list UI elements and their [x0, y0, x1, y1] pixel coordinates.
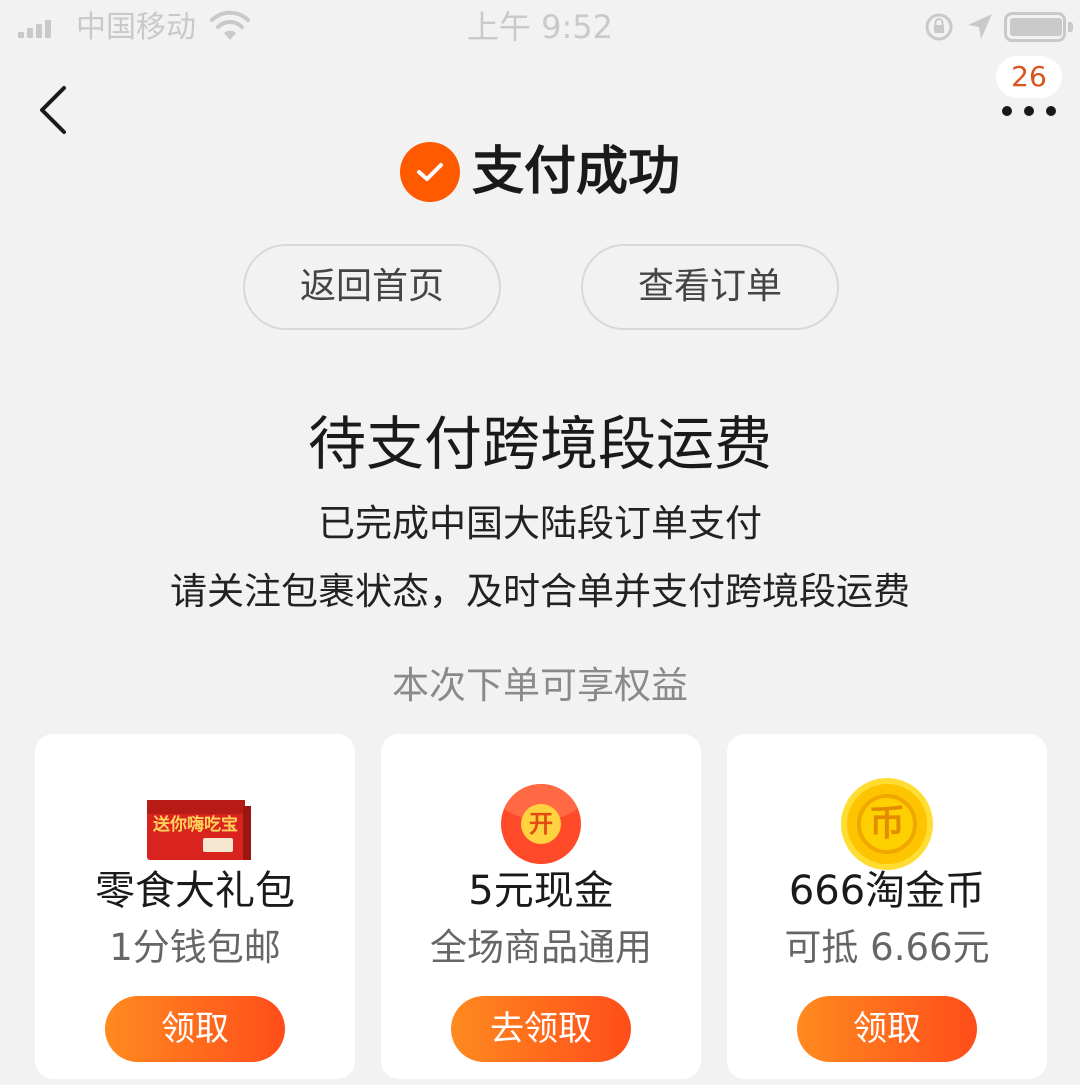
chevron-left-icon	[40, 86, 66, 134]
more-button[interactable]: 26	[996, 56, 1066, 130]
benefit-subtitle: 可抵 6.66元	[784, 926, 990, 969]
claim-button[interactable]: 领取	[105, 996, 285, 1062]
benefit-card-coins: 币 666淘金币 可抵 6.66元 领取	[727, 734, 1047, 1079]
pending-description-1: 已完成中国大陆段订单支付	[318, 502, 762, 545]
benefit-subtitle: 全场商品通用	[430, 926, 652, 969]
pending-title: 待支付跨境段运费	[307, 410, 772, 478]
orientation-lock-icon	[924, 12, 954, 46]
back-to-home-button[interactable]: 返回首页	[243, 244, 501, 330]
status-bar: 中国移动 上午 9:52	[0, 0, 1080, 56]
benefit-card-snack-pack: 送你嗨吃宝 零食大礼包 1分钱包邮 领取	[35, 734, 355, 1079]
message-count-badge: 26	[996, 56, 1062, 98]
envelope-coin-text: 开	[521, 804, 561, 844]
benefits-title: 本次下单可享权益	[392, 664, 688, 707]
gift-box-icon: 送你嗨吃宝	[145, 774, 251, 874]
benefit-card-cash: 开 5元现金 全场商品通用 去领取	[381, 734, 701, 1079]
go-claim-button[interactable]: 去领取	[451, 996, 631, 1062]
action-buttons: 返回首页 查看订单	[243, 244, 839, 330]
success-header: 支付成功	[0, 140, 1080, 204]
pending-description-2: 请关注包裹状态，及时合单并支付跨境段运费	[170, 570, 910, 613]
benefit-name: 零食大礼包	[95, 868, 295, 914]
success-title: 支付成功	[471, 142, 680, 202]
location-arrow-icon	[966, 12, 994, 46]
benefit-name: 666淘金币	[788, 868, 986, 914]
status-time: 上午 9:52	[466, 8, 614, 46]
back-button[interactable]	[28, 80, 88, 140]
payment-success-page: 中国移动 上午 9:52 26 支付成功 返回首页 查看订单 待支付跨境段运费 …	[0, 0, 1080, 1085]
red-envelope-icon: 开	[491, 774, 591, 874]
coin-symbol: 币	[857, 794, 917, 854]
benefit-cards: 送你嗨吃宝 零食大礼包 1分钱包邮 领取 开 5元现金 全场商品通用 去领取 币…	[35, 734, 1047, 1079]
benefit-name: 5元现金	[468, 868, 614, 914]
check-circle-icon	[399, 142, 460, 202]
more-dots-icon	[1002, 106, 1056, 116]
gold-coin-icon: 币	[837, 774, 937, 874]
claim-button[interactable]: 领取	[797, 996, 977, 1062]
view-order-button[interactable]: 查看订单	[581, 244, 839, 330]
gift-box-text: 送你嗨吃宝	[153, 815, 238, 835]
benefit-subtitle: 1分钱包邮	[109, 926, 281, 969]
battery-icon	[1004, 12, 1073, 42]
